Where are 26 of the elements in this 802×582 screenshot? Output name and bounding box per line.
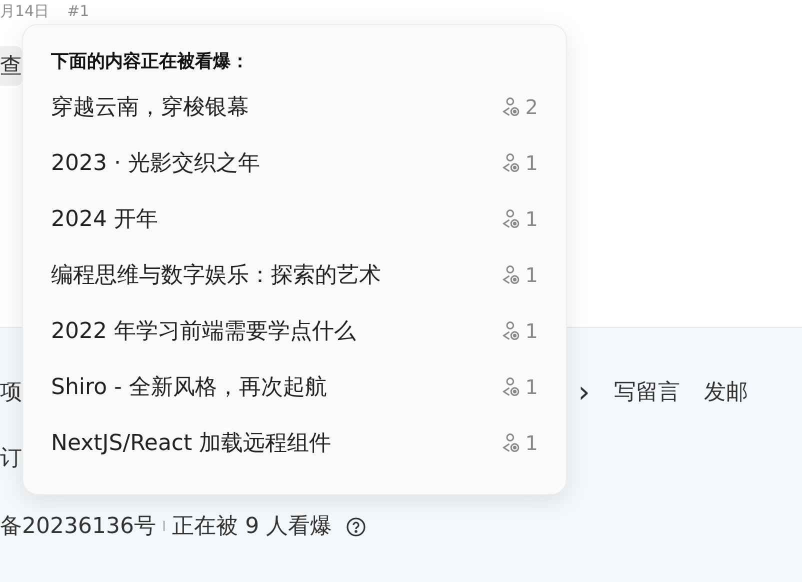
separator: I — [162, 519, 166, 535]
chevron-text: › — [578, 378, 590, 408]
footer-link[interactable]: 写留言 — [614, 378, 680, 408]
article-link[interactable]: 编程思维与数字娱乐：探索的艺术 — [51, 260, 381, 290]
footer-link[interactable]: 发邮 — [704, 378, 748, 408]
article-link[interactable]: 穿越云南，穿梭银幕 — [51, 92, 249, 122]
view-chip[interactable]: 查 — [0, 46, 22, 86]
popover-title: 下面的内容正在被看爆： — [51, 50, 250, 74]
article-link[interactable]: NextJS/React 加载远程组件 — [51, 428, 332, 458]
help-icon[interactable] — [346, 517, 366, 537]
article-link[interactable]: 2024 开年 — [51, 204, 158, 234]
viewer-count: 1 — [525, 375, 538, 399]
viewer-count: 1 — [525, 207, 538, 231]
article-link[interactable]: 2023 · 光影交织之年 — [51, 148, 260, 178]
viewer-count: 1 — [525, 431, 538, 455]
viewer-count: 1 — [525, 263, 538, 287]
article-link[interactable]: Shiro - 全新风格，再次起航 — [51, 372, 327, 402]
article-link[interactable]: 2022 年学习前端需要学点什么 — [51, 316, 356, 346]
online-count: 正在被 9 人看爆 — [172, 513, 332, 541]
icp-number: 备20236136号 — [0, 513, 156, 541]
nav-item[interactable]: 项 — [0, 378, 22, 408]
viewer-count: 1 — [525, 151, 538, 175]
viewer-count: 1 — [525, 319, 538, 343]
post-date: 月14日 — [0, 1, 50, 21]
post-number: #1 — [67, 1, 90, 21]
viewer-count: 2 — [525, 95, 538, 119]
